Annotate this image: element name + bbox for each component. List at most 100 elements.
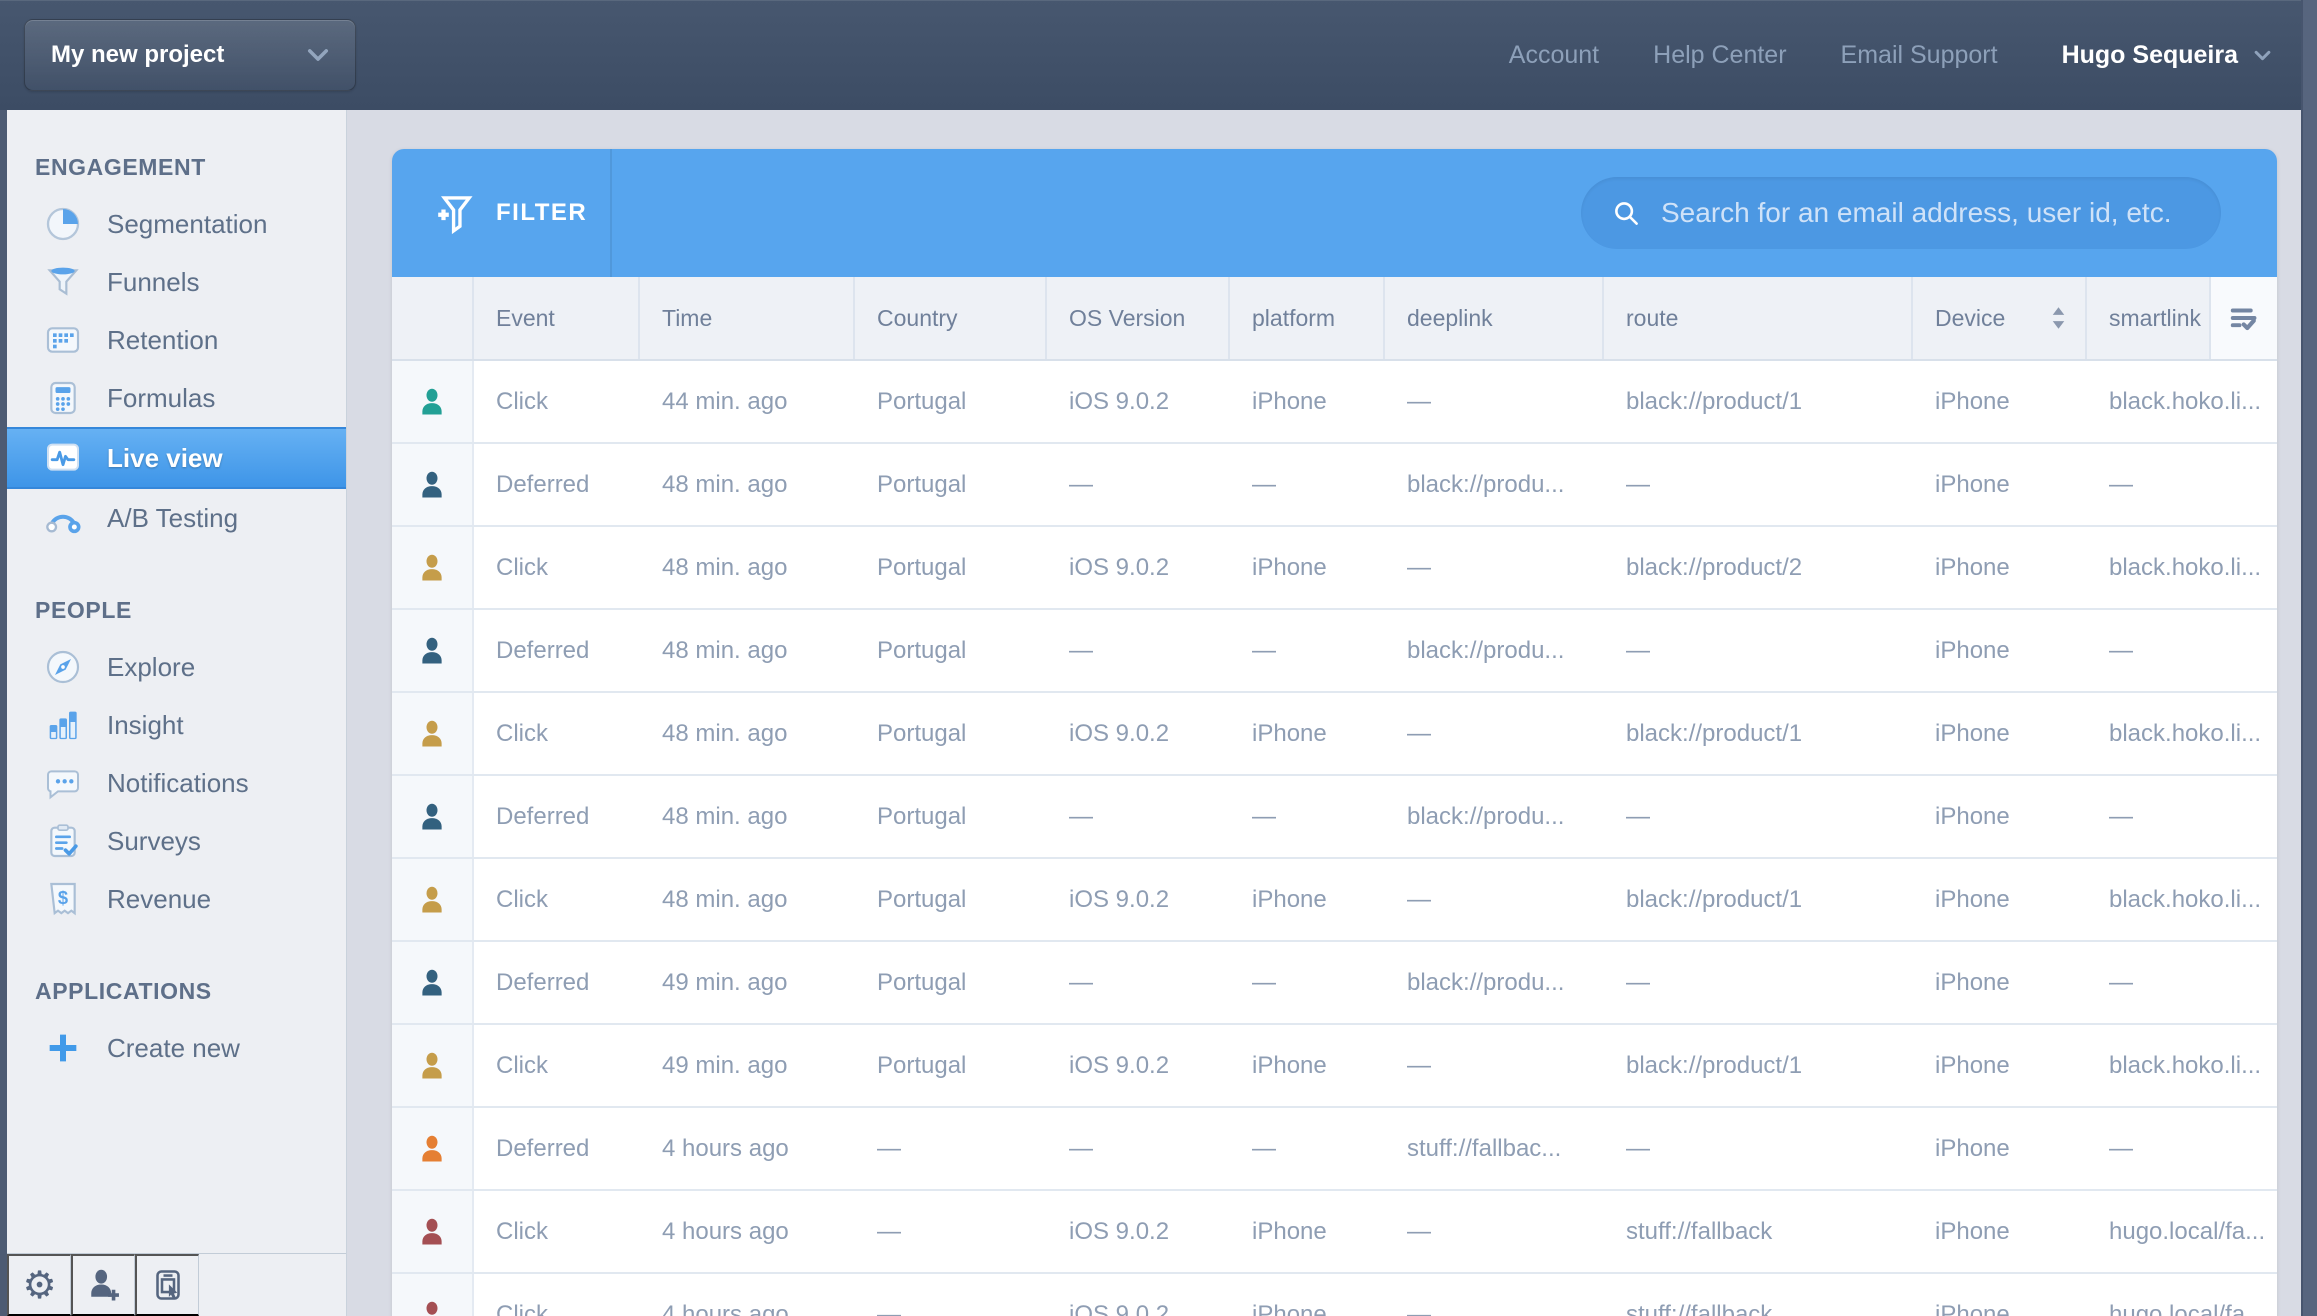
sidebar-item-funnels[interactable]: Funnels bbox=[7, 253, 346, 311]
search-input[interactable] bbox=[1659, 196, 2191, 230]
column-settings-button[interactable] bbox=[2211, 277, 2277, 359]
column-header-time: Time bbox=[640, 277, 855, 359]
cell-route: stuff://fallback bbox=[1604, 1191, 1913, 1272]
table-row[interactable]: Deferred48 min. agoPortugal——black://pro… bbox=[392, 776, 2277, 859]
project-selector-button[interactable]: My new project bbox=[24, 19, 356, 91]
sidebar-item-label: Retention bbox=[107, 325, 218, 356]
sidebar-item-retention[interactable]: Retention bbox=[7, 311, 346, 369]
column-label: Device bbox=[1935, 305, 2005, 332]
sidebar-item-formulas[interactable]: Formulas bbox=[7, 369, 346, 427]
cell-time: 4 hours ago bbox=[640, 1191, 855, 1272]
svg-text:$: $ bbox=[58, 887, 68, 908]
cell-event: Deferred bbox=[474, 444, 640, 525]
cell-country: Portugal bbox=[855, 444, 1047, 525]
sidebar-item-a-b-testing[interactable]: A/B Testing bbox=[7, 489, 346, 547]
toolbar: FILTER bbox=[392, 149, 2277, 277]
compass-icon bbox=[43, 647, 83, 687]
cell-route: — bbox=[1604, 1108, 1913, 1189]
chevron-down-icon bbox=[2254, 50, 2271, 61]
table-row[interactable]: Click44 min. agoPortugaliOS 9.0.2iPhone—… bbox=[392, 361, 2277, 444]
sidebar-item-revenue[interactable]: $ Revenue bbox=[7, 870, 346, 928]
vertical-scrollbar[interactable] bbox=[2301, 0, 2317, 1316]
table-row[interactable]: Click48 min. agoPortugaliOS 9.0.2iPhone—… bbox=[392, 527, 2277, 610]
sidebar-item-label: Explore bbox=[107, 652, 195, 683]
cell-avatar bbox=[392, 1108, 474, 1189]
sidebar-item-label: Segmentation bbox=[107, 209, 267, 240]
add-user-button[interactable] bbox=[71, 1254, 135, 1316]
table-row[interactable]: Deferred4 hours ago———stuff://fallbac...… bbox=[392, 1108, 2277, 1191]
grid-icon bbox=[43, 320, 83, 360]
topbar-link-account[interactable]: Account bbox=[1509, 41, 1599, 70]
sidebar-item-live-view[interactable]: Live view bbox=[7, 427, 346, 489]
chat-bubble-icon bbox=[43, 763, 83, 803]
cell-deeplink: black://produ... bbox=[1385, 942, 1604, 1023]
cell-smartlink: — bbox=[2087, 776, 2277, 857]
cell-device: iPhone bbox=[1913, 444, 2087, 525]
column-label: route bbox=[1626, 305, 1678, 332]
table-row[interactable]: Click4 hours ago—iOS 9.0.2iPhone—stuff:/… bbox=[392, 1274, 2277, 1316]
sidebar-item-notifications[interactable]: Notifications bbox=[7, 754, 346, 812]
table-row[interactable]: Click48 min. agoPortugaliOS 9.0.2iPhone—… bbox=[392, 693, 2277, 776]
cell-event: Click bbox=[474, 527, 640, 608]
cell-event: Click bbox=[474, 1025, 640, 1106]
survey-clipboard-icon bbox=[43, 821, 83, 861]
table-row[interactable]: Deferred48 min. agoPortugal——black://pro… bbox=[392, 610, 2277, 693]
cell-route: — bbox=[1604, 444, 1913, 525]
table-row[interactable]: Click49 min. agoPortugaliOS 9.0.2iPhone—… bbox=[392, 1025, 2277, 1108]
device-preview-button[interactable] bbox=[135, 1254, 199, 1316]
cell-os-version: iOS 9.0.2 bbox=[1047, 1025, 1230, 1106]
filter-button[interactable]: FILTER bbox=[392, 149, 612, 277]
user-menu-button[interactable]: Hugo Sequeira bbox=[2062, 41, 2271, 70]
funnel-icon bbox=[43, 262, 83, 302]
sidebar-item-label: Surveys bbox=[107, 826, 201, 857]
cell-deeplink: — bbox=[1385, 1191, 1604, 1272]
sidebar-section-engagement: ENGAGEMENTSegmentationFunnelsRetentionFo… bbox=[7, 154, 346, 547]
user-avatar-icon bbox=[417, 881, 447, 919]
sidebar-item-segmentation[interactable]: Segmentation bbox=[7, 195, 346, 253]
calculator-icon bbox=[43, 378, 83, 418]
cell-deeplink: stuff://fallbac... bbox=[1385, 1108, 1604, 1189]
cell-device: iPhone bbox=[1913, 1025, 2087, 1106]
topbar-link-help-center[interactable]: Help Center bbox=[1653, 41, 1786, 70]
cell-deeplink: — bbox=[1385, 527, 1604, 608]
sort-icon[interactable] bbox=[2050, 306, 2067, 330]
cell-route: — bbox=[1604, 942, 1913, 1023]
cell-country: Portugal bbox=[855, 776, 1047, 857]
table-row[interactable]: Deferred48 min. agoPortugal——black://pro… bbox=[392, 444, 2277, 527]
cell-os-version: — bbox=[1047, 444, 1230, 525]
cell-smartlink: black.hoko.li... bbox=[2087, 859, 2277, 940]
table-row[interactable]: Click48 min. agoPortugaliOS 9.0.2iPhone—… bbox=[392, 859, 2277, 942]
topbar-links: Account Help Center Email Support bbox=[1509, 41, 1998, 70]
column-header-device[interactable]: Device bbox=[1913, 277, 2087, 359]
table-row[interactable]: Click4 hours ago—iOS 9.0.2iPhone—stuff:/… bbox=[392, 1191, 2277, 1274]
sidebar-section-applications: APPLICATIONS Create new bbox=[7, 978, 346, 1077]
cell-event: Deferred bbox=[474, 776, 640, 857]
cell-event: Deferred bbox=[474, 942, 640, 1023]
column-label: platform bbox=[1252, 305, 1335, 332]
user-avatar-icon bbox=[417, 1047, 447, 1085]
pie-chart-icon bbox=[43, 204, 83, 244]
topbar-link-email-support[interactable]: Email Support bbox=[1841, 41, 1998, 70]
cell-route: black://product/2 bbox=[1604, 527, 1913, 608]
cell-avatar bbox=[392, 1025, 474, 1106]
user-avatar-icon bbox=[417, 1213, 447, 1251]
sidebar-item-surveys[interactable]: Surveys bbox=[7, 812, 346, 870]
column-header-event: Event bbox=[474, 277, 640, 359]
user-avatar-icon bbox=[417, 466, 447, 504]
sidebar-item-label: Funnels bbox=[107, 267, 200, 298]
cell-smartlink: hugo.local/fa... bbox=[2087, 1274, 2277, 1316]
sidebar-item-insight[interactable]: Insight bbox=[7, 696, 346, 754]
cell-country: Portugal bbox=[855, 361, 1047, 442]
sidebar-item-label: Revenue bbox=[107, 884, 211, 915]
column-header-route: route bbox=[1604, 277, 1913, 359]
sidebar-item-create-new[interactable]: Create new bbox=[7, 1019, 346, 1077]
cell-device: iPhone bbox=[1913, 776, 2087, 857]
cell-platform: iPhone bbox=[1230, 361, 1385, 442]
table-row[interactable]: Deferred49 min. agoPortugal——black://pro… bbox=[392, 942, 2277, 1025]
sidebar-item-explore[interactable]: Explore bbox=[7, 638, 346, 696]
settings-button[interactable]: ⚙ bbox=[7, 1254, 71, 1316]
section-title-applications: APPLICATIONS bbox=[35, 978, 346, 1005]
cell-device: iPhone bbox=[1913, 942, 2087, 1023]
cell-country: Portugal bbox=[855, 527, 1047, 608]
search-box bbox=[1581, 177, 2221, 249]
